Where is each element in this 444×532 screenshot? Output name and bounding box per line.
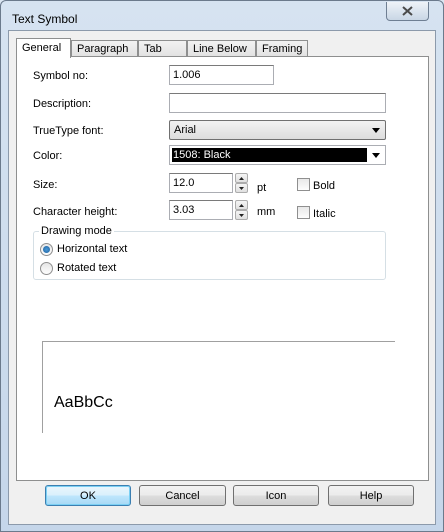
- italic-checkbox[interactable]: [297, 206, 310, 219]
- size-input[interactable]: 12.0: [169, 173, 233, 193]
- rotated-text-radio[interactable]: [40, 262, 53, 275]
- tab-general[interactable]: General: [16, 38, 71, 58]
- size-unit: pt: [257, 182, 267, 194]
- color-value: 1508: Black: [173, 149, 231, 161]
- close-icon: [402, 6, 413, 16]
- chevron-down-icon: [372, 153, 380, 158]
- italic-label[interactable]: Italic: [313, 208, 336, 220]
- tab-paragraph[interactable]: Paragraph: [71, 40, 138, 57]
- chevron-down-icon: [239, 213, 244, 217]
- character-height-label: Character height:: [33, 206, 118, 218]
- chevron-up-icon: [239, 176, 244, 180]
- description-input[interactable]: [169, 93, 386, 113]
- bold-label[interactable]: Bold: [313, 180, 335, 192]
- horizontal-text-radio[interactable]: [40, 243, 53, 256]
- symbol-no-input[interactable]: 1.006: [169, 65, 274, 85]
- tab-tab[interactable]: Tab: [138, 40, 187, 57]
- character-height-increment-button[interactable]: [235, 200, 248, 210]
- drawing-mode-legend: Drawing mode: [39, 225, 114, 237]
- general-tab-page: Symbol no: 1.006 Description: TrueType f…: [16, 56, 429, 481]
- chevron-up-icon: [239, 203, 244, 207]
- cancel-button[interactable]: Cancel: [139, 485, 226, 506]
- symbol-no-label: Symbol no:: [33, 70, 89, 82]
- bold-checkbox[interactable]: [297, 178, 310, 191]
- rotated-text-label[interactable]: Rotated text: [57, 262, 116, 274]
- preview-sample-text: AaBbCc: [54, 394, 113, 411]
- title-bar[interactable]: Text Symbol: [1, 1, 443, 31]
- drawing-mode-group: Drawing mode Horizontal text Rotated tex…: [33, 225, 386, 280]
- description-label: Description:: [33, 98, 92, 110]
- font-label: TrueType font:: [33, 125, 104, 137]
- character-height-stepper[interactable]: [235, 200, 248, 220]
- tab-line-below[interactable]: Line Below: [187, 40, 256, 57]
- character-height-input[interactable]: 3.03: [169, 200, 233, 220]
- color-label: Color:: [33, 150, 63, 162]
- character-height-decrement-button[interactable]: [235, 210, 248, 220]
- chevron-down-icon: [239, 186, 244, 190]
- font-value: Arial: [174, 124, 197, 136]
- character-height-unit: mm: [257, 206, 276, 218]
- size-decrement-button[interactable]: [235, 183, 248, 193]
- horizontal-text-label[interactable]: Horizontal text: [57, 243, 127, 255]
- size-label: Size:: [33, 179, 58, 191]
- icon-button[interactable]: Icon: [233, 485, 319, 506]
- dialog-client: General Paragraph Tab Line Below Framing…: [8, 30, 436, 525]
- color-select[interactable]: 1508: Black: [169, 145, 386, 165]
- ok-button[interactable]: OK: [45, 485, 131, 506]
- color-swatch: 1508: Black: [172, 148, 367, 162]
- size-stepper[interactable]: [235, 173, 248, 193]
- size-increment-button[interactable]: [235, 173, 248, 183]
- close-button[interactable]: [386, 2, 429, 21]
- dialog-window: Text Symbol General Paragraph Tab Line B…: [0, 0, 444, 532]
- font-select[interactable]: Arial: [169, 120, 386, 140]
- text-preview: AaBbCc: [42, 341, 395, 433]
- help-button[interactable]: Help: [328, 485, 414, 506]
- window-title: Text Symbol: [12, 12, 78, 26]
- chevron-down-icon: [372, 128, 380, 133]
- tab-framing[interactable]: Framing: [256, 40, 308, 57]
